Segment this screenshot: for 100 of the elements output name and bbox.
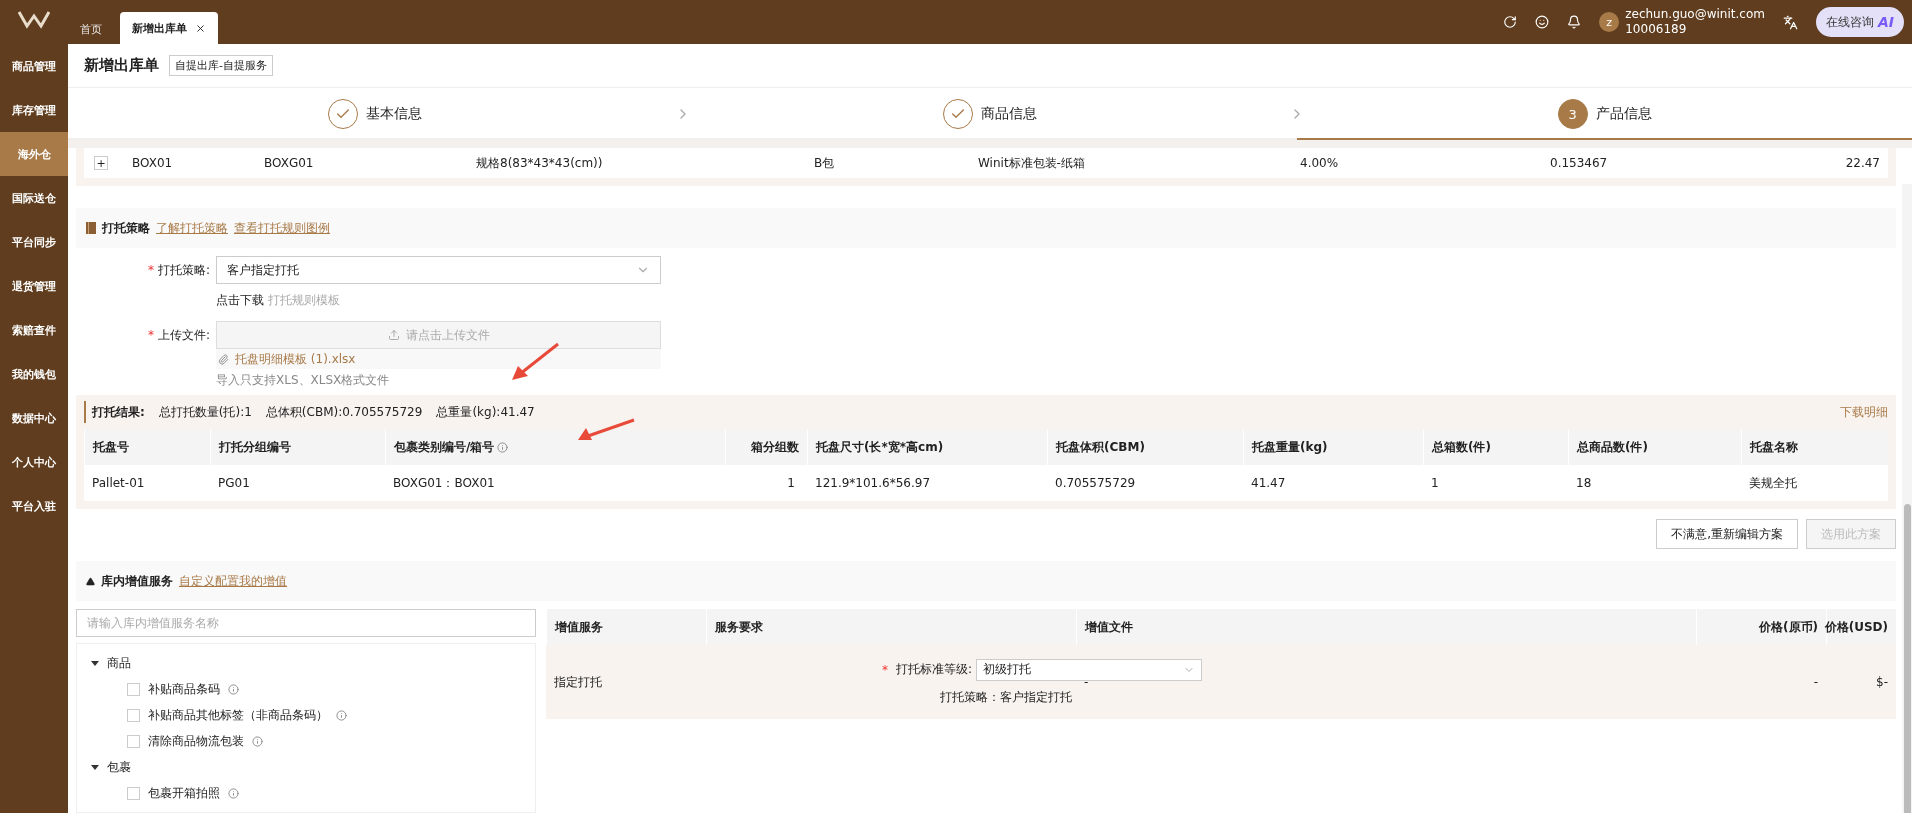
avatar[interactable]: z — [1599, 12, 1620, 32]
column-header: 托盘尺寸(长*宽*高cm) — [807, 429, 1047, 465]
table-cell-text: 41.47 — [1250, 475, 1287, 492]
table-cell-text: 指定打托 — [553, 673, 603, 691]
sidebar-item[interactable]: 国际送仓 — [0, 176, 68, 220]
column-header: 增值服务 — [546, 609, 706, 645]
strategy-select[interactable]: 客户指定打托 — [216, 256, 661, 284]
upload-icon — [387, 329, 400, 341]
summary-text: 总重量(kg):41.47 — [436, 403, 535, 421]
table-cell-text: 0.705575729 — [1054, 475, 1137, 492]
close-icon[interactable] — [195, 22, 206, 34]
sidebar-item[interactable]: 商品管理 — [0, 44, 68, 88]
tab[interactable]: 首页 — [68, 14, 114, 44]
sidebar-item[interactable]: 个人中心 — [0, 440, 68, 484]
checkbox[interactable] — [127, 786, 140, 800]
info-icon[interactable] — [497, 441, 509, 453]
table-cell-text: 121.9*101.6*56.97 — [814, 475, 932, 492]
user-email: zechun.guo@winit.com — [1625, 7, 1765, 22]
field-label: 打托标准等级: — [895, 661, 972, 678]
field-label: 上传文件: — [157, 327, 210, 342]
page-title: 新增出库单 — [84, 56, 159, 75]
search-field[interactable]: 请输入库内增值服务名称 — [76, 609, 536, 637]
table-cell-text: 1 — [1430, 475, 1440, 492]
summary-text: 总打托数量(托):1 — [158, 403, 252, 421]
info-icon[interactable] — [228, 787, 239, 799]
caret-icon[interactable] — [91, 659, 99, 667]
consult-button[interactable]: 在线咨询 AI — [1815, 7, 1904, 37]
sidebar-item[interactable]: 海外仓 — [0, 132, 68, 176]
table-cell-text: 4.00% — [1299, 156, 1340, 170]
column-header: 箱分组数 — [725, 429, 807, 465]
scrollbar[interactable] — [1902, 184, 1912, 813]
column-header: 包裹类别编号/箱号 — [385, 429, 725, 465]
table-cell-text: Winit标准包装-纸箱 — [977, 154, 1086, 172]
column-header: 打托分组编号 — [210, 429, 385, 465]
help-link[interactable]: 了解打托策略 — [156, 219, 228, 237]
column-header: 托盘号 — [84, 429, 210, 465]
checkbox[interactable] — [127, 682, 140, 696]
required-mark: * — [147, 327, 154, 342]
table-cell-text: 1 — [786, 475, 796, 492]
column-header: 价格(原币) — [1696, 609, 1826, 645]
download-text: 点击下载 — [216, 292, 264, 309]
checkbox[interactable] — [127, 708, 140, 722]
summary-text: 总体积(CBM):0.705575729 — [265, 403, 423, 421]
section-title: 打托策略 — [102, 219, 150, 237]
caret-icon[interactable] — [86, 576, 95, 586]
user-id: 10006189 — [1625, 22, 1688, 37]
sidebar-item[interactable]: 库存管理 — [0, 88, 68, 132]
tab[interactable]: 新增出库单 — [120, 12, 218, 44]
sidebar-item[interactable]: 退货管理 — [0, 264, 68, 308]
book-icon — [86, 222, 96, 234]
refresh-icon[interactable] — [1503, 15, 1518, 29]
help-link[interactable]: 查看打托规则图例 — [234, 219, 330, 237]
column-header: 托盘名称 — [1741, 429, 1888, 465]
logo-icon — [18, 10, 50, 30]
step-number: 3 — [1557, 99, 1588, 129]
service-option[interactable]: 补贴商品条码 — [148, 680, 220, 698]
smiley-icon[interactable] — [1535, 15, 1550, 29]
info-icon[interactable] — [336, 709, 347, 721]
annotation-arrow — [576, 418, 636, 442]
expand-button[interactable]: + — [94, 156, 108, 170]
column-header: 价格(USD) — [1826, 609, 1896, 645]
table-cell-text: 18 — [1575, 475, 1593, 492]
bell-icon[interactable] — [1567, 15, 1582, 29]
table-cell-text: $- — [1875, 675, 1889, 689]
config-link[interactable]: 自定义配置我的增值 — [179, 572, 287, 590]
section-title: 库内增值服务 — [101, 572, 173, 590]
service-option[interactable]: 包裹开箱拍照 — [148, 784, 220, 802]
annotation-arrow — [510, 342, 560, 382]
sidebar-item[interactable]: 平台入驻 — [0, 484, 68, 528]
sidebar-item[interactable]: 索赔查件 — [0, 308, 68, 352]
table-cell-text: PG01 — [217, 475, 251, 492]
table-cell-text: BOX01 — [131, 156, 174, 170]
table-cell-text: 0.153467 — [1549, 156, 1609, 170]
sidebar-item[interactable]: 平台同步 — [0, 220, 68, 264]
service-option[interactable]: 补贴商品其他标签（非商品条码） — [148, 706, 328, 724]
step-label: 基本信息 — [366, 105, 423, 123]
column-header: 总商品数(件) — [1568, 429, 1741, 465]
action-button[interactable]: 不满意,重新编辑方案 — [1656, 519, 1798, 549]
info-icon[interactable] — [252, 735, 263, 747]
level-select[interactable]: 初级打托 — [976, 658, 1202, 681]
result-title: 打托结果: — [92, 403, 145, 421]
sidebar-item[interactable]: 我的钱包 — [0, 352, 68, 396]
required-mark: * — [881, 662, 888, 677]
caret-icon[interactable] — [91, 763, 99, 771]
tree-node[interactable]: 商品 — [107, 654, 131, 672]
table-cell-text: 规格8(83*43*43(cm)) — [475, 154, 604, 172]
service-option[interactable]: 清除商品物流包装 — [148, 732, 244, 750]
tree-node[interactable]: 包裹 — [107, 758, 131, 776]
column-header: 增值文件 — [1076, 609, 1696, 645]
table-cell-text: BOXG01 — [263, 156, 315, 170]
table-cell-text: BOXG01：BOX01 — [392, 474, 496, 492]
sidebar-item[interactable]: 数据中心 — [0, 396, 68, 440]
info-icon[interactable] — [228, 683, 239, 695]
download-link[interactable]: 下载明细 — [1840, 403, 1888, 421]
table-cell-text: 22.47 — [1844, 156, 1881, 170]
translate-icon[interactable] — [1782, 14, 1798, 30]
order-type-tag: 自提出库-自提服务 — [169, 55, 273, 76]
step-label: 产品信息 — [1595, 105, 1652, 123]
paperclip-icon — [218, 353, 229, 365]
checkbox[interactable] — [127, 734, 140, 748]
